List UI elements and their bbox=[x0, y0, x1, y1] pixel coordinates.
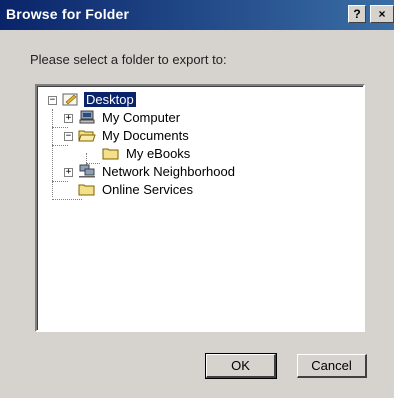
folder-icon bbox=[102, 148, 119, 160]
tree-item-label: Network Neighborhood bbox=[102, 164, 235, 179]
collapse-expander[interactable]: − bbox=[64, 132, 73, 141]
tree-item-desktop[interactable]: − Desktop bbox=[44, 91, 344, 109]
tree-item-my-documents[interactable]: − My Documents bbox=[44, 127, 344, 145]
tree-item-online-services[interactable]: Online Services bbox=[44, 181, 344, 199]
tree-item-label: My Computer bbox=[102, 110, 181, 125]
collapse-expander[interactable]: − bbox=[48, 96, 57, 105]
network-icon bbox=[79, 164, 95, 178]
cancel-button[interactable]: Cancel bbox=[297, 354, 367, 378]
window-title: Browse for Folder bbox=[6, 6, 130, 22]
close-button[interactable]: × bbox=[370, 5, 394, 23]
expand-expander[interactable]: + bbox=[64, 114, 73, 123]
folder-tree-viewport: − Desktop + My Computer − My Documents M… bbox=[37, 86, 363, 330]
tree-item-network-neighborhood[interactable]: + Network Neighborhood bbox=[44, 163, 344, 181]
desktop-icon bbox=[62, 93, 78, 106]
help-button[interactable]: ? bbox=[348, 5, 366, 23]
tree-item-label: Online Services bbox=[102, 182, 194, 197]
tree-item-my-ebooks[interactable]: My eBooks bbox=[44, 145, 344, 163]
title-bar[interactable]: Browse for Folder ? × bbox=[0, 0, 394, 30]
tree-item-label: My Documents bbox=[102, 128, 189, 143]
folder-icon bbox=[78, 184, 95, 196]
prompt-text: Please select a folder to export to: bbox=[30, 52, 227, 67]
tree-item-label: Desktop bbox=[84, 92, 136, 107]
tree-item-my-computer[interactable]: + My Computer bbox=[44, 109, 344, 127]
tree-connector bbox=[52, 199, 82, 200]
expand-expander[interactable]: + bbox=[64, 168, 73, 177]
computer-icon bbox=[79, 110, 95, 124]
browse-for-folder-dialog: Browse for Folder ? × Please select a fo… bbox=[0, 0, 394, 398]
folder-tree[interactable]: − Desktop + My Computer − My Documents M… bbox=[35, 84, 365, 332]
tree-item-label: My eBooks bbox=[126, 146, 191, 161]
folder-open-icon bbox=[78, 130, 96, 142]
ok-button[interactable]: OK bbox=[205, 353, 277, 379]
